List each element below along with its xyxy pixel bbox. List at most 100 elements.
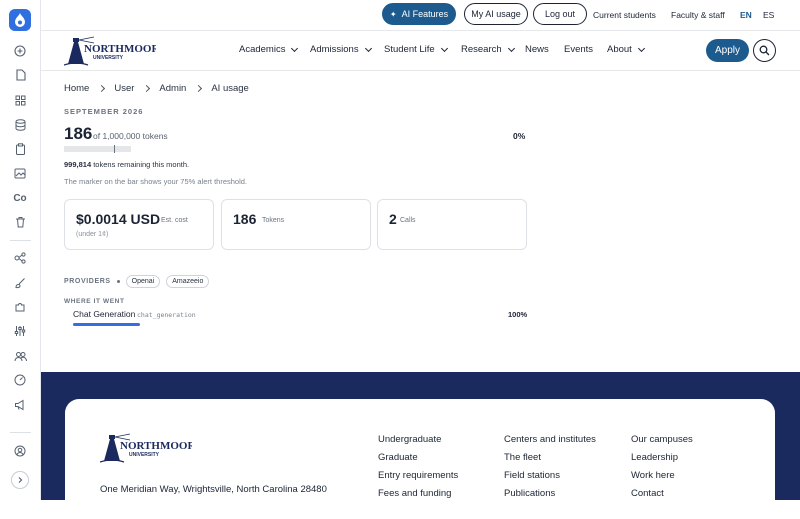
lighthouse-logo-icon: NORTHMOOR UNIVERSITY xyxy=(63,36,160,66)
calls-label: Calls xyxy=(400,217,416,224)
cost-label: Est. cost xyxy=(161,217,188,224)
svg-text:NORTHMOOR: NORTHMOOR xyxy=(120,440,192,452)
lang-es-link[interactable]: ES xyxy=(763,10,774,20)
feature-name: Chat Generation xyxy=(73,309,136,319)
nav-news[interactable]: News xyxy=(525,44,549,55)
sliders-icon[interactable] xyxy=(11,322,29,340)
nav-about[interactable]: About xyxy=(607,44,645,55)
footer-link[interactable]: Publications xyxy=(504,488,596,499)
megaphone-icon[interactable] xyxy=(11,396,29,414)
footer-link[interactable]: Entry requirements xyxy=(378,470,458,481)
user-circle-icon[interactable] xyxy=(11,442,29,460)
nav-label: Admissions xyxy=(310,44,359,55)
utility-bar: ✦ AI Features My AI usage Log out Curren… xyxy=(41,0,800,30)
footer-link[interactable]: Fees and funding xyxy=(378,488,458,499)
footer-address: One Meridian Way, Wrightsville, North Ca… xyxy=(100,484,327,495)
image-icon[interactable] xyxy=(11,164,29,182)
my-ai-usage-label: My AI usage xyxy=(471,9,521,19)
chevron-down-icon xyxy=(637,44,645,52)
current-students-link[interactable]: Current students xyxy=(593,10,656,20)
flow-icon[interactable] xyxy=(11,249,29,267)
plus-circle-icon[interactable] xyxy=(11,42,29,60)
nav-events[interactable]: Events xyxy=(564,44,593,55)
chevron-down-icon xyxy=(364,44,372,52)
usage-progress-bar xyxy=(64,145,131,153)
nav-label: About xyxy=(607,44,632,55)
chevron-right-icon xyxy=(195,84,203,93)
chevron-down-icon xyxy=(507,44,515,52)
usage-percent: 0% xyxy=(513,131,526,141)
chevron-down-icon xyxy=(291,44,299,52)
trash-icon[interactable] xyxy=(11,213,29,231)
where-it-went-label: WHERE IT WENT xyxy=(64,298,125,305)
site-footer: NORTHMOOR UNIVERSITY One Meridian Way, W… xyxy=(41,372,800,519)
ai-features-button[interactable]: ✦ AI Features xyxy=(382,3,456,25)
footer-link[interactable]: Centers and institutes xyxy=(504,434,596,445)
svg-text:UNIVERSITY: UNIVERSITY xyxy=(93,55,124,61)
drupal-logo-icon[interactable] xyxy=(9,9,31,31)
search-button[interactable] xyxy=(753,39,776,62)
breadcrumb: Home User Admin AI usage xyxy=(64,83,249,94)
footer-link[interactable]: Contact xyxy=(631,488,693,499)
providers-label: PROVIDERS xyxy=(64,278,111,285)
university-logo[interactable]: NORTHMOOR UNIVERSITY xyxy=(63,34,160,68)
nav-label: Research xyxy=(461,44,502,55)
my-ai-usage-button[interactable]: My AI usage xyxy=(464,3,528,25)
threshold-hint: The marker on the bar shows your 75% ale… xyxy=(64,177,248,186)
co-icon[interactable]: Co xyxy=(11,189,29,207)
apply-button[interactable]: Apply xyxy=(706,39,749,62)
main-navigation: NORTHMOOR UNIVERSITY Academics Admission… xyxy=(41,30,800,71)
feature-code: chat_generation xyxy=(137,311,196,319)
gauge-icon[interactable] xyxy=(11,371,29,389)
token-quota: of 1,000,000 tokens xyxy=(93,131,168,141)
brush-icon[interactable] xyxy=(11,274,29,292)
footer-logo[interactable]: NORTHMOOR UNIVERSITY xyxy=(99,431,196,465)
logout-label: Log out xyxy=(544,9,576,19)
cost-sub: (under 1¢) xyxy=(76,231,109,238)
lang-en-link[interactable]: EN xyxy=(740,10,752,20)
nav-student-life[interactable]: Student Life xyxy=(384,44,448,55)
breadcrumb-home[interactable]: Home xyxy=(64,83,89,94)
nav-label: Academics xyxy=(239,44,286,55)
footer-link[interactable]: Field stations xyxy=(504,470,596,481)
usage-page: Home User Admin AI usage SEPTEMBER 2026 … xyxy=(41,72,800,372)
nav-research[interactable]: Research xyxy=(461,44,515,55)
breadcrumb-admin[interactable]: Admin xyxy=(159,83,186,94)
puzzle-icon[interactable] xyxy=(11,298,29,316)
faculty-staff-link[interactable]: Faculty & staff xyxy=(671,10,725,20)
providers-row: PROVIDERS Openai Amazeeio xyxy=(64,275,210,288)
ai-features-label: AI Features xyxy=(401,9,449,19)
tokens-used: 186 xyxy=(64,124,93,143)
clipboard-icon[interactable] xyxy=(11,140,29,158)
search-icon xyxy=(759,45,770,56)
alert-threshold-marker xyxy=(114,145,115,153)
chevron-down-icon xyxy=(440,44,448,52)
admin-toolbar: Co xyxy=(0,0,41,500)
logout-button[interactable]: Log out xyxy=(533,3,587,25)
footer-link[interactable]: Graduate xyxy=(378,452,458,463)
feature-share-bar xyxy=(73,323,140,326)
footer-link[interactable]: Leadership xyxy=(631,452,693,463)
tokens-label: Tokens xyxy=(262,217,285,224)
chevron-right-icon[interactable] xyxy=(11,471,29,489)
grid-icon[interactable] xyxy=(11,91,29,109)
footer-link[interactable]: Undergraduate xyxy=(378,434,458,445)
nav-academics[interactable]: Academics xyxy=(239,44,299,55)
footer-card: NORTHMOOR UNIVERSITY One Meridian Way, W… xyxy=(65,399,775,519)
breadcrumb-user[interactable]: User xyxy=(114,83,134,94)
provider-chip: Openai xyxy=(125,275,161,288)
tokens-value: 186 xyxy=(233,211,257,227)
footer-link[interactable]: Our campuses xyxy=(631,434,693,445)
sparkle-icon: ✦ xyxy=(389,9,397,19)
database-icon[interactable] xyxy=(11,116,29,134)
cost-card: $0.0014 USD Est. cost (under 1¢) xyxy=(64,199,214,250)
footer-link[interactable]: The fleet xyxy=(504,452,596,463)
nav-admissions[interactable]: Admissions xyxy=(310,44,372,55)
footer-link[interactable]: Work here xyxy=(631,470,693,481)
separator-dot xyxy=(116,280,120,283)
nav-label: News xyxy=(525,44,549,55)
document-icon[interactable] xyxy=(11,66,29,84)
rail-divider xyxy=(10,432,31,433)
tokens-card: 186 Tokens xyxy=(221,199,371,250)
users-icon[interactable] xyxy=(11,347,29,365)
